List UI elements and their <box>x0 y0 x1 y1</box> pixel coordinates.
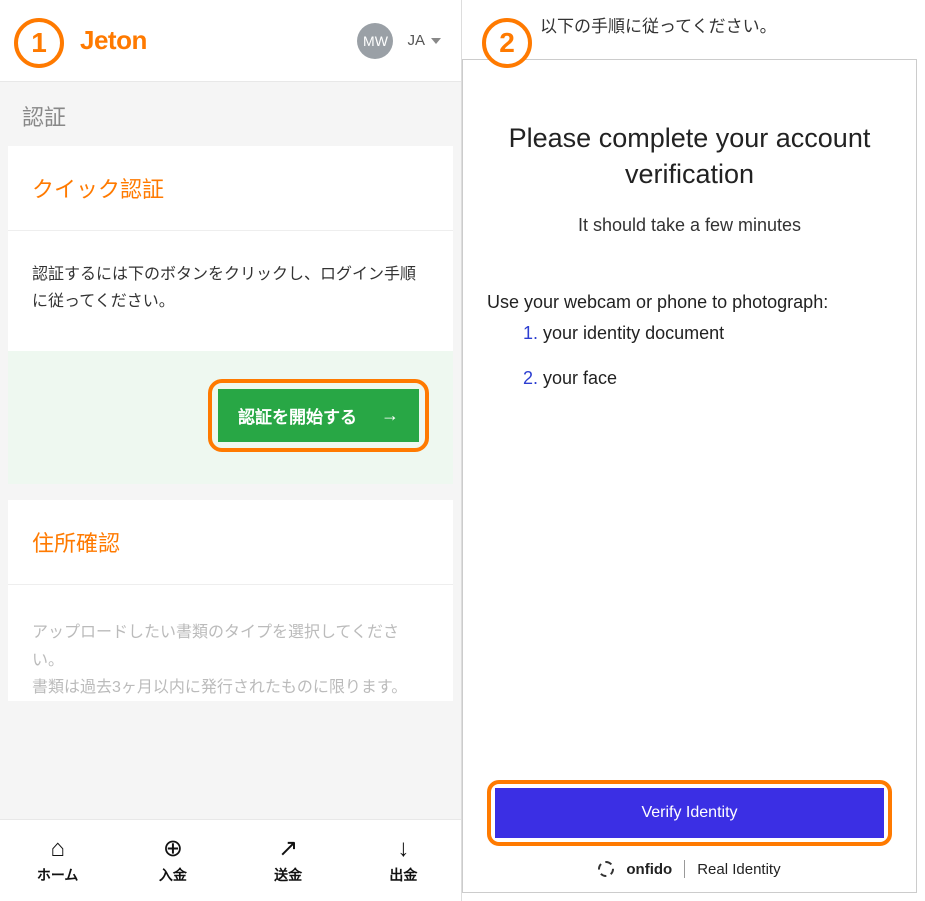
bottom-nav: ⌂ ホーム ⊕ 入金 ↗ 送金 ↓ 出金 <box>0 819 461 901</box>
quick-auth-body: 認証するには下のボタンをクリックし、ログイン手順に従ってください。 <box>8 231 453 351</box>
list-number-1: 1. <box>523 323 538 343</box>
verify-button-highlight: Verify Identity <box>487 780 892 846</box>
language-label: JA <box>407 32 425 49</box>
address-body: アップロードしたい書類のタイプを選択してください。 書類は過去3ヶ月以内に発行さ… <box>8 585 453 701</box>
nav-send[interactable]: ↗ 送金 <box>231 820 346 901</box>
verify-list-item-2: 2. your face <box>523 368 892 389</box>
nav-withdraw-label: 出金 <box>389 865 417 885</box>
list-text-2: your face <box>538 368 617 388</box>
topbar: Jeton MW JA <box>0 0 461 82</box>
verify-identity-button[interactable]: Verify Identity <box>495 788 884 838</box>
send-icon: ↗ <box>278 837 298 861</box>
verify-list-item-1: 1. your identity document <box>523 323 892 344</box>
start-auth-button[interactable]: 認証を開始する → <box>218 389 419 442</box>
quick-auth-card: クイック認証 認証するには下のボタンをクリックし、ログイン手順に従ってください。… <box>8 146 453 484</box>
onfido-name: onfido <box>626 861 672 878</box>
avatar[interactable]: MW <box>357 23 393 59</box>
step-1-badge: 1 <box>14 18 64 68</box>
download-icon: ↓ <box>397 837 409 861</box>
address-card: 住所確認 アップロードしたい書類のタイプを選択してください。 書類は過去3ヶ月以… <box>8 500 453 701</box>
start-auth-label: 認証を開始する <box>238 403 357 428</box>
list-text-1: your identity document <box>538 323 724 343</box>
address-title: 住所確認 <box>8 500 453 585</box>
step-2-badge: 2 <box>482 18 532 68</box>
onfido-tagline: Real Identity <box>697 861 780 878</box>
panel-right: 以下の手順に従ってください。 Please complete your acco… <box>462 0 925 901</box>
chevron-down-icon <box>431 38 441 44</box>
nav-home[interactable]: ⌂ ホーム <box>0 820 115 901</box>
verify-list: 1. your identity document 2. your face <box>487 323 892 413</box>
content-area: クイック認証 認証するには下のボタンをクリックし、ログイン手順に従ってください。… <box>0 146 461 819</box>
page-title: 認証 <box>0 82 461 146</box>
verify-title: Please complete your account verificatio… <box>487 120 892 193</box>
nav-deposit-label: 入金 <box>159 865 187 885</box>
onfido-brand: onfido Real Identity <box>487 860 892 878</box>
home-icon: ⌂ <box>50 837 65 861</box>
app-logo: Jeton <box>80 25 147 56</box>
nav-deposit[interactable]: ⊕ 入金 <box>115 820 230 901</box>
verify-subtitle: It should take a few minutes <box>487 215 892 236</box>
verify-instruction: Use your webcam or phone to photograph: <box>487 292 892 313</box>
language-select[interactable]: JA <box>407 32 441 49</box>
verify-panel: Please complete your account verificatio… <box>462 59 917 893</box>
nav-send-label: 送金 <box>274 865 302 885</box>
verify-footer: Verify Identity onfido Real Identity <box>487 780 892 878</box>
arrow-right-icon: → <box>381 405 399 426</box>
nav-home-label: ホーム <box>37 865 79 885</box>
quick-auth-title: クイック認証 <box>8 146 453 231</box>
onfido-logo-icon <box>598 861 614 877</box>
panel-left: Jeton MW JA 認証 クイック認証 認証するには下のボタンをクリックし、… <box>0 0 462 901</box>
brand-divider <box>684 860 685 878</box>
plus-circle-icon: ⊕ <box>163 837 183 861</box>
start-auth-highlight: 認証を開始する → <box>208 379 429 452</box>
nav-withdraw[interactable]: ↓ 出金 <box>346 820 461 901</box>
quick-auth-action: 認証を開始する → <box>8 351 453 484</box>
instruction-top-text: 以下の手順に従ってください。 <box>462 0 925 59</box>
list-number-2: 2. <box>523 368 538 388</box>
